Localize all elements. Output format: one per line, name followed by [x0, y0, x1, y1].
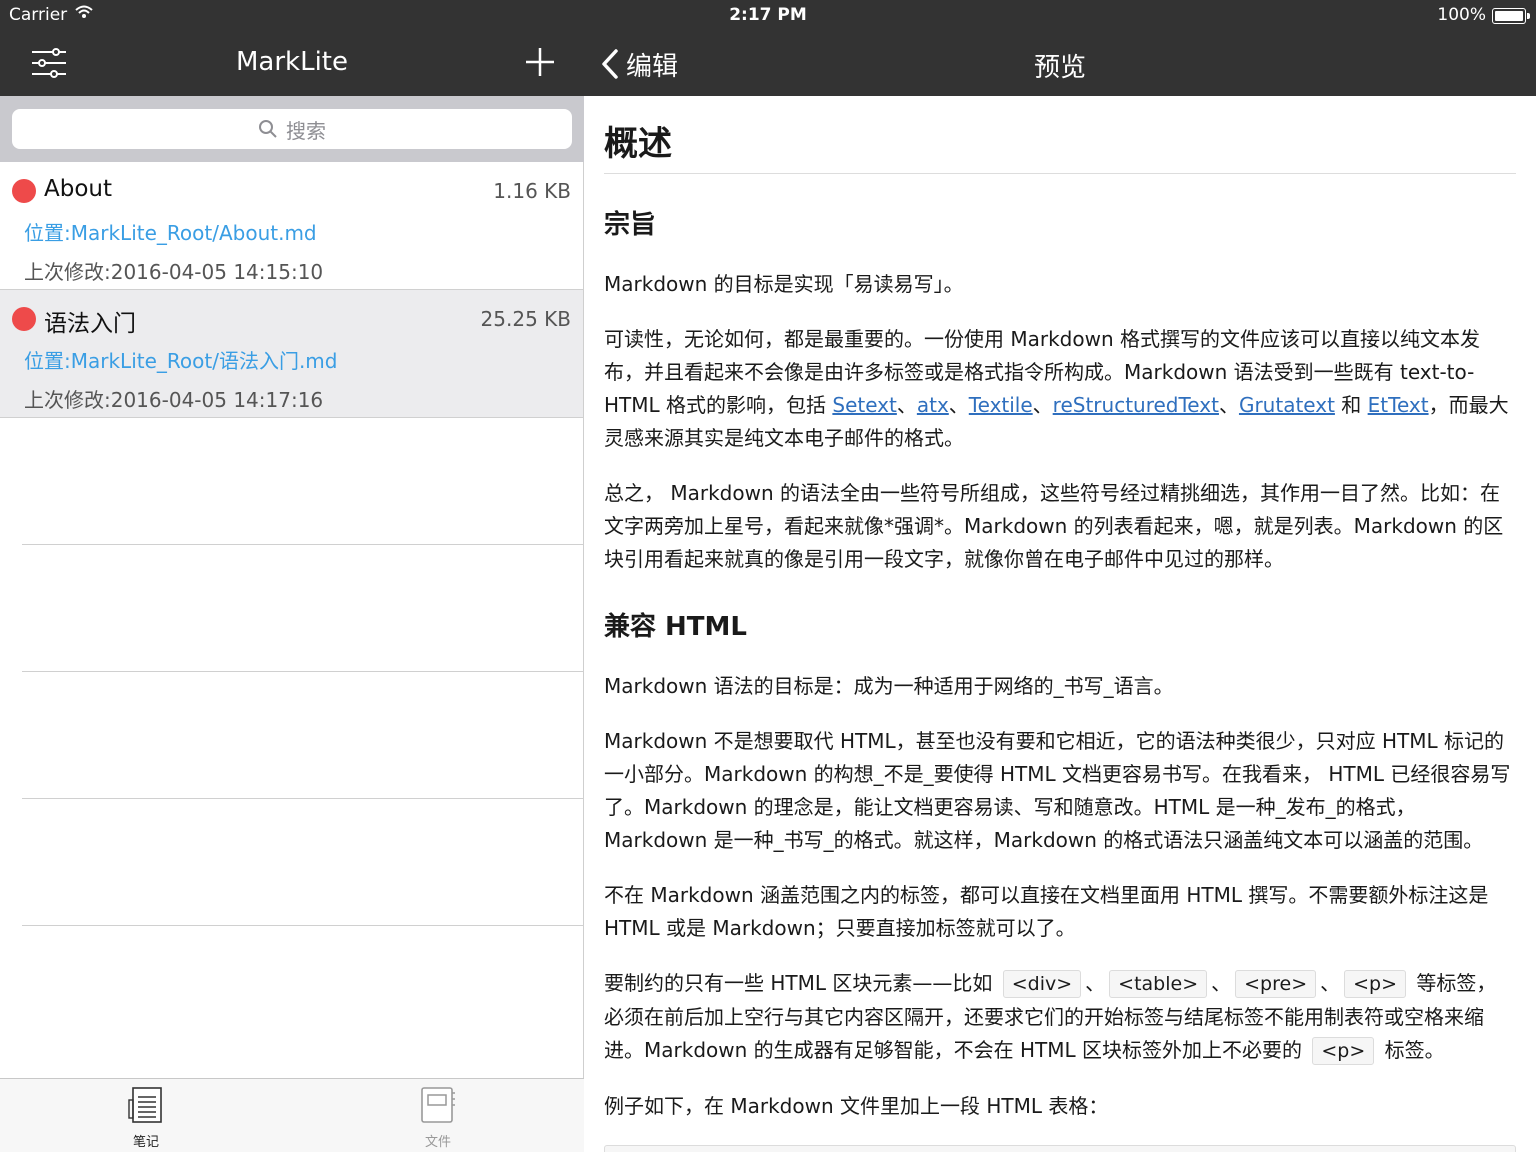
- file-row-about[interactable]: About 1.16 KB 位置:MarkLite_Root/About.md …: [0, 162, 583, 290]
- inline-code: <pre>: [1235, 970, 1317, 998]
- tab-notes[interactable]: 笔记: [106, 1085, 186, 1150]
- text-run: 、: [1218, 393, 1239, 417]
- link-ettext[interactable]: EtText: [1368, 393, 1429, 417]
- search-placeholder: 搜索: [286, 118, 326, 143]
- preview-paragraph: Markdown 不是想要取代 HTML，甚至也没有要和它相近，它的语法种类很少…: [604, 729, 1511, 852]
- file-name: 语法入门: [44, 311, 136, 337]
- status-dot-icon: [12, 179, 36, 203]
- preview-paragraph: 不在 Markdown 涵盖范围之内的标签，都可以直接在文档里面用 HTML 撰…: [604, 883, 1489, 940]
- status-time: 2:17 PM: [729, 5, 807, 25]
- preview-paragraph: 总之， Markdown 的语法全由一些符号所组成，这些符号经过精挑细选，其作用…: [604, 481, 1504, 571]
- preview-heading-purpose: 宗旨: [604, 210, 657, 240]
- inline-code: <p>: [1344, 970, 1407, 998]
- markdown-preview: 概述 宗旨 Markdown 的目标是实现「易读易写」。 可读性，无论如何，都是…: [604, 96, 1516, 1152]
- text-run: 、: [1320, 971, 1341, 995]
- file-list: About 1.16 KB 位置:MarkLite_Root/About.md …: [0, 162, 583, 418]
- preview-paragraph: 例子如下，在 Markdown 文件里加上一段 HTML 表格：: [604, 1094, 1109, 1118]
- search-bar: 搜索: [0, 96, 584, 162]
- search-icon: [259, 120, 277, 138]
- link-setext[interactable]: Setext: [832, 393, 896, 417]
- detail-navbar: 编辑 预览: [584, 32, 1536, 96]
- file-name: About: [44, 176, 113, 202]
- text-run: 、: [1211, 971, 1232, 995]
- tab-notes-label: 笔记: [132, 1135, 159, 1150]
- add-icon[interactable]: [522, 44, 558, 80]
- tab-bar: 笔记 文件: [0, 1078, 584, 1152]
- text-run: 标签。: [1378, 1038, 1445, 1062]
- battery-percent: 100%: [1437, 5, 1486, 25]
- link-grutatext[interactable]: Grutatext: [1239, 393, 1335, 417]
- text-run: 、: [896, 393, 917, 417]
- text-run: 、: [1032, 393, 1053, 417]
- preview-paragraph-block-elements: 要制约的只有一些 HTML 区块元素——比如 <div>、 <table>、 <pr…: [604, 967, 1516, 1068]
- status-dot-icon: [12, 307, 36, 331]
- code-block: [604, 1145, 1516, 1152]
- link-textile[interactable]: Textile: [969, 393, 1033, 417]
- inline-code: <table>: [1109, 970, 1208, 998]
- list-separator: [22, 925, 584, 1052]
- status-bar: Carrier 2:17 PM 100%: [0, 0, 1536, 32]
- inline-code: <p>: [1312, 1037, 1375, 1065]
- tab-files-label: 文件: [424, 1135, 451, 1150]
- list-separator: [22, 544, 584, 671]
- text-run: 要制约的只有一些 HTML 区块元素——比如: [604, 971, 999, 995]
- inline-code: <div>: [1002, 970, 1082, 998]
- file-row-syntax-intro[interactable]: 语法入门 25.25 KB 位置:MarkLite_Root/语法入门.md 上…: [0, 290, 583, 418]
- battery-icon: [1492, 8, 1530, 24]
- list-separator: [22, 798, 584, 925]
- text-run: 和: [1334, 393, 1368, 417]
- preview-paragraph: Markdown 的目标是实现「易读易写」。: [604, 272, 964, 296]
- link-atx[interactable]: atx: [917, 393, 949, 417]
- text-run: 、: [948, 393, 969, 417]
- folder-icon: [421, 1087, 455, 1123]
- preview-heading-html: 兼容 HTML: [604, 612, 747, 642]
- file-modified: 上次修改:2016-04-05 14:17:16: [24, 388, 324, 412]
- file-modified: 上次修改:2016-04-05 14:15:10: [24, 260, 324, 284]
- list-separator: [22, 671, 584, 798]
- file-path: 位置:MarkLite_Root/语法入门.md: [24, 349, 338, 373]
- tab-files[interactable]: 文件: [398, 1085, 478, 1150]
- file-size: 1.16 KB: [493, 179, 571, 203]
- preview-paragraph: Markdown 语法的目标是：成为一种适用于网络的_书写_语言。: [604, 674, 1174, 698]
- notes-icon: [128, 1087, 162, 1123]
- sidebar-navbar: MarkLite: [0, 32, 584, 96]
- empty-list-separators: [22, 544, 584, 1052]
- preview-paragraph-influences: 可读性，无论如何，都是最重要的。一份使用 Markdown 格式撰写的文件应该可…: [604, 323, 1516, 455]
- search-input[interactable]: 搜索: [12, 109, 572, 149]
- file-path: 位置:MarkLite_Root/About.md: [24, 221, 317, 245]
- app-title: MarkLite: [235, 47, 348, 77]
- file-size: 25.25 KB: [480, 307, 571, 331]
- detail-title: 预览: [1033, 53, 1086, 83]
- link-restructuredtext[interactable]: reStructuredText: [1053, 393, 1219, 417]
- preview-heading-overview: 概述: [604, 124, 1516, 174]
- text-run: 、: [1085, 971, 1106, 995]
